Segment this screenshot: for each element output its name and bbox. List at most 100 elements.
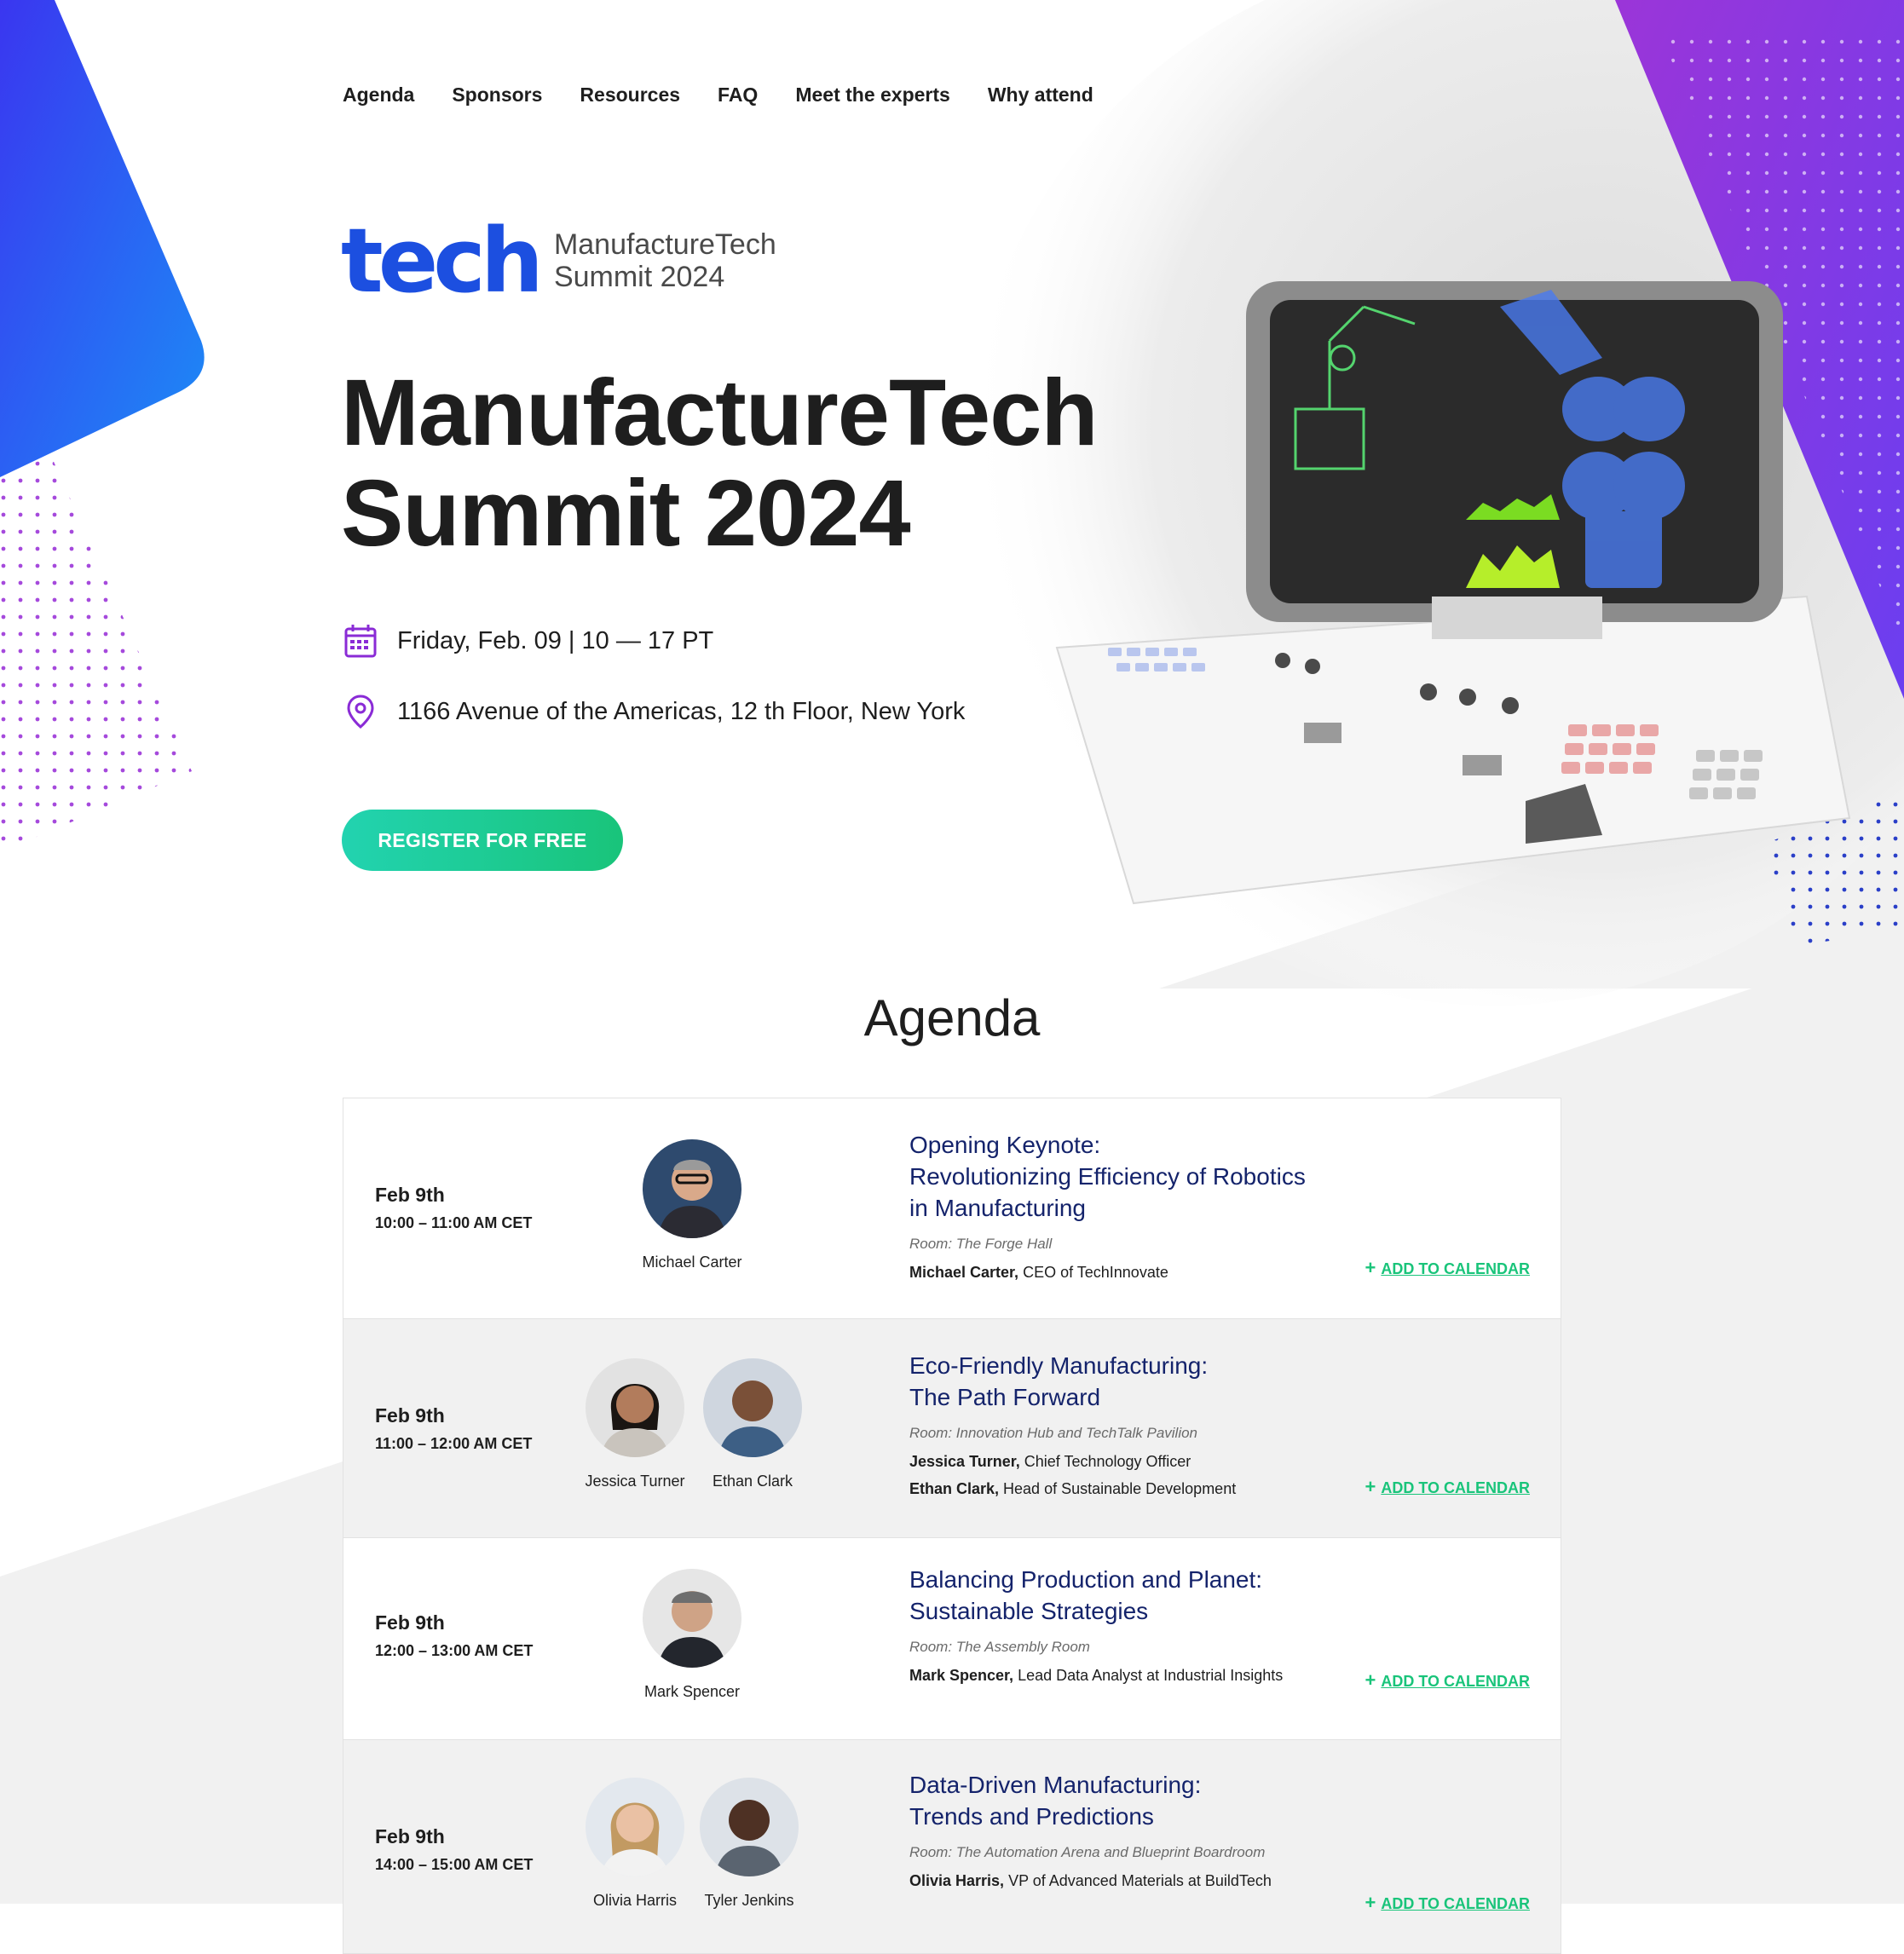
- avatar: [643, 1569, 741, 1668]
- session-speaker: Ethan Clark, Head of Sustainable Develop…: [909, 1479, 1353, 1498]
- nav-why-attend[interactable]: Why attend: [988, 82, 1093, 107]
- avatar: [700, 1778, 799, 1876]
- session-title[interactable]: Balancing Production and Planet: Sustain…: [909, 1564, 1353, 1627]
- add-to-calendar-label: ADD TO CALENDAR: [1381, 1260, 1530, 1277]
- session-title-line: Eco-Friendly Manufacturing:: [909, 1352, 1209, 1379]
- session-room: Room: Innovation Hub and TechTalk Pavili…: [909, 1425, 1198, 1441]
- session-speaker: Olivia Harris, VP of Advanced Materials …: [909, 1871, 1353, 1890]
- add-to-calendar-link[interactable]: + ADD TO CALENDAR: [1365, 1257, 1530, 1279]
- event-date-text: Friday, Feb. 09 | 10 — 17 PT: [397, 626, 714, 654]
- agenda-row: Feb 9th 10:00 – 11:00 AM CET Michael Car…: [343, 1098, 1561, 1319]
- agenda-row: Feb 9th 11:00 – 12:00 AM CET Jessica Tur…: [343, 1319, 1561, 1538]
- plus-icon: +: [1365, 1669, 1376, 1691]
- top-nav: Agenda Sponsors Resources FAQ Meet the e…: [343, 82, 1131, 107]
- add-to-calendar-link[interactable]: + ADD TO CALENDAR: [1365, 1892, 1530, 1914]
- session-speaker: Jessica Turner, Chief Technology Officer: [909, 1452, 1353, 1471]
- avatar: [643, 1139, 741, 1238]
- session-title-line: Balancing Production and Planet:: [909, 1566, 1263, 1593]
- agenda-list: Feb 9th 10:00 – 11:00 AM CET Michael Car…: [343, 1098, 1561, 1954]
- speaker-card[interactable]: Ethan Clark: [684, 1358, 821, 1490]
- plus-icon: +: [1365, 1892, 1376, 1913]
- session-info: Data-Driven Manufacturing: Trends and Pr…: [909, 1769, 1353, 1890]
- session-time: 14:00 – 15:00 AM CET: [375, 1856, 534, 1873]
- speaker-line-name: Michael Carter,: [909, 1264, 1019, 1281]
- session-date: Feb 9th: [375, 1184, 445, 1206]
- speaker-line-role: VP of Advanced Materials at BuildTech: [1004, 1872, 1272, 1889]
- event-location: 1166 Avenue of the Americas, 12 th Floor…: [344, 694, 965, 729]
- logo-mark: tech: [341, 209, 544, 313]
- speaker-line-name: Ethan Clark,: [909, 1480, 1000, 1497]
- speaker-line-name: Olivia Harris,: [909, 1872, 1005, 1889]
- session-title-line: Opening Keynote:: [909, 1132, 1101, 1158]
- session-room: Room: The Forge Hall: [909, 1236, 1053, 1252]
- session-title[interactable]: Data-Driven Manufacturing: Trends and Pr…: [909, 1769, 1353, 1832]
- session-room: Room: The Automation Arena and Blueprint…: [909, 1844, 1266, 1860]
- page-title-line-2: Summit 2024: [341, 461, 911, 566]
- site-logo[interactable]: tech ManufactureTech Summit 2024: [341, 209, 776, 313]
- speaker-card[interactable]: Mark Spencer: [624, 1569, 760, 1701]
- logo-line-1: ManufactureTech: [553, 228, 776, 261]
- session-title[interactable]: Eco-Friendly Manufacturing: The Path For…: [909, 1350, 1353, 1413]
- session-title-line: Trends and Predictions: [909, 1803, 1154, 1830]
- speaker-name: Mark Spencer: [643, 1683, 741, 1700]
- nav-meet-the-experts[interactable]: Meet the experts: [795, 82, 950, 107]
- speaker-card[interactable]: Jessica Turner: [567, 1358, 703, 1490]
- session-info: Balancing Production and Planet: Sustain…: [909, 1564, 1353, 1685]
- session-time: 10:00 – 11:00 AM CET: [375, 1214, 533, 1231]
- add-to-calendar-link[interactable]: + ADD TO CALENDAR: [1365, 1669, 1530, 1692]
- add-to-calendar-label: ADD TO CALENDAR: [1381, 1479, 1530, 1496]
- speaker-name: Tyler Jenkins: [704, 1892, 794, 1909]
- agenda-row: Feb 9th 14:00 – 15:00 AM CET Olivia Harr…: [343, 1740, 1561, 1954]
- session-title-line: The Path Forward: [909, 1384, 1101, 1410]
- nav-resources[interactable]: Resources: [580, 82, 680, 107]
- speaker-name: Jessica Turner: [585, 1473, 685, 1490]
- session-time: 11:00 – 12:00 AM CET: [375, 1435, 533, 1452]
- plus-icon: +: [1365, 1257, 1376, 1278]
- add-to-calendar-link[interactable]: + ADD TO CALENDAR: [1365, 1476, 1530, 1498]
- nav-faq[interactable]: FAQ: [718, 82, 758, 107]
- session-date: Feb 9th: [375, 1825, 445, 1847]
- calendar-icon: [344, 625, 377, 658]
- session-title-line: in Manufacturing: [909, 1195, 1087, 1221]
- add-to-calendar-label: ADD TO CALENDAR: [1381, 1895, 1530, 1912]
- speaker-card[interactable]: Michael Carter: [624, 1139, 760, 1271]
- speaker-name: Ethan Clark: [712, 1473, 793, 1490]
- session-date: Feb 9th: [375, 1404, 445, 1427]
- plus-icon: +: [1365, 1476, 1376, 1497]
- map-pin-icon: [347, 695, 374, 729]
- logo-line-2: Summit 2024: [553, 261, 725, 293]
- agenda-row: Feb 9th 12:00 – 13:00 AM CET Mark Spence…: [343, 1538, 1561, 1740]
- speaker-card[interactable]: Tyler Jenkins: [681, 1778, 817, 1910]
- session-time: 12:00 – 13:00 AM CET: [375, 1642, 534, 1659]
- event-date: Friday, Feb. 09 | 10 — 17 PT: [344, 624, 713, 658]
- speaker-line-name: Mark Spencer,: [909, 1667, 1014, 1684]
- session-date: Feb 9th: [375, 1611, 445, 1634]
- avatar: [586, 1358, 684, 1457]
- nav-sponsors[interactable]: Sponsors: [452, 82, 542, 107]
- nav-agenda[interactable]: Agenda: [343, 82, 414, 107]
- page-title-line-1: ManufactureTech: [341, 360, 1099, 465]
- logo-text: ManufactureTech Summit 2024: [554, 228, 776, 293]
- event-location-text: 1166 Avenue of the Americas, 12 th Floor…: [397, 697, 966, 725]
- add-to-calendar-label: ADD TO CALENDAR: [1381, 1673, 1530, 1690]
- speaker-line-name: Jessica Turner,: [909, 1453, 1020, 1470]
- register-button[interactable]: REGISTER FOR FREE: [342, 810, 623, 871]
- speaker-line-role: Lead Data Analyst at Industrial Insights: [1013, 1667, 1284, 1684]
- session-title-line: Data-Driven Manufacturing:: [909, 1772, 1202, 1798]
- session-title-line: Revolutionizing Efficiency of Robotics: [909, 1163, 1306, 1190]
- agenda-heading: Agenda: [863, 989, 1041, 1046]
- page-title: ManufactureTech Summit 2024: [341, 360, 1099, 566]
- session-info: Opening Keynote: Revolutionizing Efficie…: [909, 1129, 1353, 1282]
- avatar: [586, 1778, 684, 1876]
- avatar: [703, 1358, 802, 1457]
- session-title-line: Sustainable Strategies: [909, 1598, 1149, 1624]
- session-speaker: Michael Carter, CEO of TechInnovate: [909, 1263, 1353, 1282]
- session-speaker: Mark Spencer, Lead Data Analyst at Indus…: [909, 1666, 1353, 1685]
- speaker-line-role: Head of Sustainable Development: [999, 1480, 1237, 1497]
- speaker-name: Michael Carter: [642, 1254, 742, 1271]
- session-title[interactable]: Opening Keynote: Revolutionizing Efficie…: [909, 1129, 1353, 1224]
- session-room: Room: The Assembly Room: [909, 1639, 1090, 1655]
- session-info: Eco-Friendly Manufacturing: The Path For…: [909, 1350, 1353, 1498]
- speaker-line-role: CEO of TechInnovate: [1018, 1264, 1168, 1281]
- speaker-line-role: Chief Technology Officer: [1019, 1453, 1191, 1470]
